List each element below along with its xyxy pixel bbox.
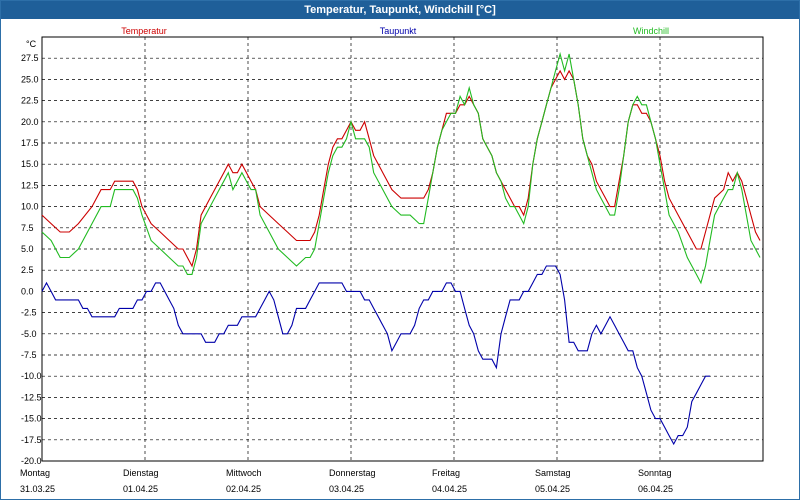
y-tick-label: -5.0 — [21, 329, 37, 339]
y-tick-label: 15.0 — [21, 159, 39, 169]
y-tick-label: 0.0 — [21, 286, 34, 296]
legend-windchill: Windchill — [633, 26, 669, 36]
x-tick-date: 03.04.25 — [329, 484, 364, 494]
y-tick-label: -15.0 — [21, 414, 42, 424]
x-tick-weekday: Samstag — [535, 468, 571, 478]
y-tick-label: 7.5 — [21, 223, 34, 233]
x-tick-date: 31.03.25 — [20, 484, 55, 494]
y-tick-label: -2.5 — [21, 308, 37, 318]
x-tick-weekday: Dienstag — [123, 468, 159, 478]
chart: 27.5 25.0 22.5 20.0 17.5 15.0 12.5 10.0 7.5 5.0 2.… — [20, 26, 764, 494]
y-tick-label: 17.5 — [21, 138, 39, 148]
y-tick-label: 22.5 — [21, 96, 39, 106]
y-axis-label: °C — [26, 39, 37, 49]
x-tick-date: 05.04.25 — [535, 484, 570, 494]
y-tick-label: -12.5 — [21, 392, 42, 402]
x-tick-date: 04.04.25 — [432, 484, 467, 494]
y-tick-label: -20.0 — [21, 456, 42, 466]
x-tick-weekday: Mittwoch — [226, 468, 262, 478]
legend-temperatur: Temperatur — [121, 26, 167, 36]
y-tick-label: -10.0 — [21, 371, 42, 381]
x-tick-weekday: Montag — [20, 468, 50, 478]
x-tick-weekday: Freitag — [432, 468, 460, 478]
x-tick-weekday: Sonntag — [638, 468, 672, 478]
y-tick-label: 10.0 — [21, 202, 39, 212]
legend-taupunkt: Taupunkt — [380, 26, 417, 36]
y-tick-label: -7.5 — [21, 350, 37, 360]
y-tick-label: 20.0 — [21, 117, 39, 127]
y-tick-label: 5.0 — [21, 244, 34, 254]
y-tick-label: -17.5 — [21, 435, 42, 445]
x-tick-weekday: Donnerstag — [329, 468, 376, 478]
x-tick-date: 01.04.25 — [123, 484, 158, 494]
x-tick-date: 02.04.25 — [226, 484, 261, 494]
x-tick-date: 06.04.25 — [638, 484, 673, 494]
y-tick-label: 2.5 — [21, 265, 34, 275]
y-tick-label: 27.5 — [21, 53, 39, 63]
y-tick-label: 12.5 — [21, 180, 39, 190]
y-tick-label: 25.0 — [21, 74, 39, 84]
